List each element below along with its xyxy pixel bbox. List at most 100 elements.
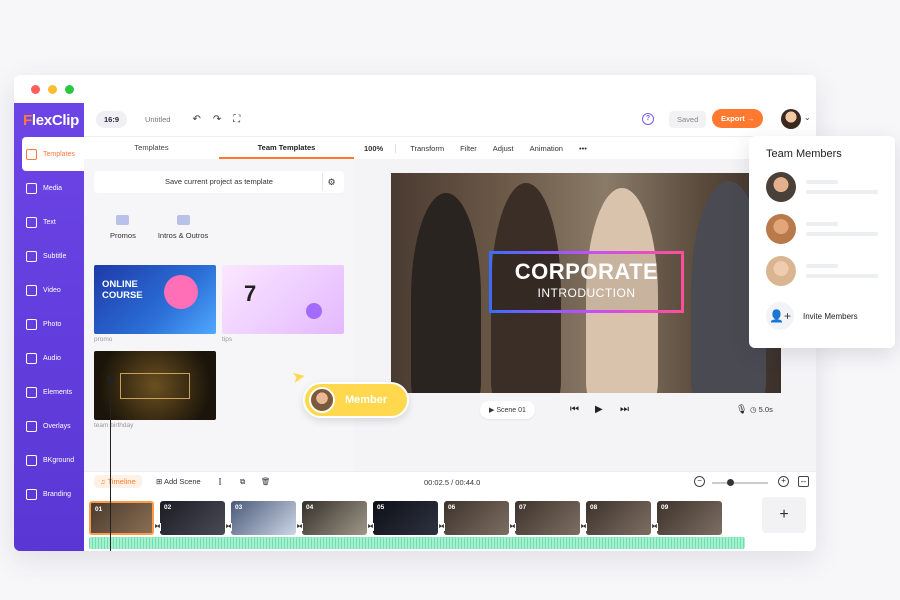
fit-timeline-icon[interactable]: ↔ [798,476,809,487]
transition-icon[interactable]: ⧓ [580,523,587,531]
transform-button[interactable]: Transform [410,144,444,153]
sidebar-item-photo[interactable]: Photo [14,307,84,341]
photo-icon [26,318,37,330]
maximize-window-button[interactable] [65,85,74,94]
audio-waveform[interactable] [89,537,745,549]
timeline-clip[interactable]: 07 [515,501,580,535]
slider-knob[interactable] [727,479,734,486]
transition-icon[interactable]: ⧓ [367,523,374,531]
redo-icon[interactable]: ↷ [213,114,221,125]
aspect-ratio-button[interactable]: 16:9 [96,111,128,128]
zoom-select[interactable]: 100% [364,143,397,153]
add-clip-button[interactable]: + [762,497,806,533]
timeline-clip[interactable]: 08 [586,501,651,535]
timeline-zoom-slider[interactable] [712,479,768,486]
sidebar-item-overlays[interactable]: Overlays [14,409,84,443]
team-member-row[interactable] [766,256,884,288]
timeline-clip[interactable]: 01 [89,501,154,535]
video-icon [26,284,37,296]
folder-intros-outros[interactable]: Intros & Outros [158,215,208,240]
clip-number: 08 [590,504,598,511]
timeline-clip[interactable]: 06 [444,501,509,535]
folder-promos[interactable]: Promos [110,215,136,240]
sidebar-item-video[interactable]: Video [14,273,84,307]
previous-icon[interactable]: ⏮ [570,404,579,415]
fullscreen-icon[interactable]: ⛶ [233,114,240,125]
save-as-template-button[interactable]: Save current project as template ⚙ [94,171,344,193]
close-window-button[interactable] [31,85,40,94]
member-tag: Member [303,382,409,418]
template-thumbnail-promo[interactable]: ONLINE COURSE [94,265,216,334]
animation-button[interactable]: Animation [530,144,563,153]
sidebar-item-elements[interactable]: Elements [14,375,84,409]
timeline-clip[interactable]: 02 [160,501,225,535]
export-button[interactable]: Export → [712,109,764,128]
video-canvas[interactable]: CORPORATE INTRODUCTION [391,173,781,393]
team-member-row[interactable] [766,214,884,246]
timeline-tab[interactable]: ♫ Timeline [94,475,142,488]
transition-icon[interactable]: ⧓ [651,523,658,531]
duplicate-icon[interactable]: ⧉ [240,477,245,487]
adjust-button[interactable]: Adjust [493,144,514,153]
sidebar-item-text[interactable]: Text [14,205,84,239]
project-title[interactable]: Untitled [145,115,170,124]
clip-number: 07 [519,504,527,511]
next-icon[interactable]: ⏭ [620,404,629,415]
templates-panel: Templates Team Templates Save current pr… [84,137,354,471]
template-thumbnail-tips[interactable]: 7 [222,265,344,334]
sidebar-item-bkground[interactable]: BKground [14,443,84,477]
team-members-title: Team Members [766,148,842,160]
sidebar-item-subtitle[interactable]: Subtitle [14,239,84,273]
team-member-row[interactable] [766,172,884,204]
transition-icon[interactable]: ⧓ [296,523,303,531]
thumbnail-graphic [120,373,190,399]
folder-icon [176,215,190,225]
thumbnail-caption: team birthday [94,422,134,429]
chevron-down-icon[interactable]: ⌄ [804,113,811,122]
more-options-button[interactable]: ••• [579,144,587,153]
playhead-handle[interactable] [107,376,114,383]
timeline-clip[interactable]: 03 [231,501,296,535]
member-label: Member [345,394,388,406]
minimize-window-button[interactable] [48,85,57,94]
transition-icon[interactable]: ⧓ [154,523,161,531]
sidebar-item-label: Photo [43,320,62,328]
add-scene-button[interactable]: ⊞ Add Scene [156,477,201,486]
user-avatar[interactable] [781,109,801,129]
microphone-icon[interactable]: 🎙 [736,404,747,415]
timeline-toolbar: ♫ Timeline ⊞ Add Scene ⫿ ⧉ 🗑 00:02.5 / 0… [84,471,816,493]
playhead[interactable] [107,376,114,551]
transition-icon[interactable]: ⧓ [225,523,232,531]
sidebar-item-media[interactable]: Media [14,171,84,205]
sidebar-item-label: Overlays [43,422,71,430]
gear-icon[interactable]: ⚙ [322,173,340,191]
timeline-clip[interactable]: 09 [657,501,722,535]
undo-icon[interactable]: ↶ [192,114,200,125]
app-logo[interactable]: FlexClip [14,103,84,137]
help-icon[interactable]: ? [642,113,654,125]
sidebar-item-audio[interactable]: Audio [14,341,84,375]
title-overlay[interactable]: CORPORATE INTRODUCTION [489,251,684,313]
zoom-out-icon[interactable]: − [694,476,705,487]
logo-text: lexClip [31,111,79,129]
timeline-clip[interactable]: 05 [373,501,438,535]
sidebar-item-templates[interactable]: Templates [22,137,84,171]
scene-duration[interactable]: ◷ 5.0s [750,405,773,414]
filter-button[interactable]: Filter [460,144,477,153]
scene-selector[interactable]: ▶ Scene 01 [480,401,535,419]
member-avatar [766,256,796,286]
template-thumbnail-birthday[interactable] [94,351,216,420]
play-icon[interactable]: ▶ [595,404,603,415]
trash-icon[interactable]: 🗑 [261,477,271,486]
sidebar-item-branding[interactable]: Branding [14,477,84,511]
tab-team-templates[interactable]: Team Templates [219,137,354,159]
tab-templates[interactable]: Templates [84,137,219,159]
split-icon[interactable]: ⫿ [219,477,221,487]
title-sub-text: INTRODUCTION [537,286,636,300]
timeline-clip[interactable]: 04 [302,501,367,535]
zoom-in-icon[interactable]: + [778,476,789,487]
transition-icon[interactable]: ⧓ [509,523,516,531]
invite-members-button[interactable]: 👤+ Invite Members [766,302,858,330]
team-members-card: Team Members 👤+ Invite Members [749,136,895,348]
transition-icon[interactable]: ⧓ [438,523,445,531]
